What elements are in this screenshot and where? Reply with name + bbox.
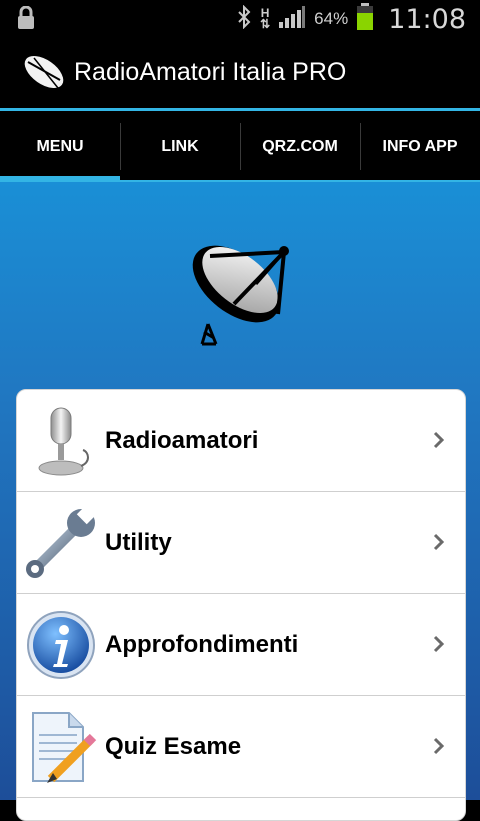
battery-icon — [356, 2, 374, 36]
chevron-right-icon — [433, 431, 445, 454]
main-menu-list: Radioamatori Utility Approfondimenti Qui… — [16, 389, 466, 821]
menu-item-utility[interactable]: Utility — [17, 492, 465, 594]
microphone-icon — [17, 390, 105, 491]
clock: 11:08 — [388, 3, 466, 35]
satellite-dish-icon — [180, 234, 300, 351]
status-bar: H ⇅ 64% 11:08 — [0, 0, 480, 38]
chevron-right-icon — [433, 737, 445, 760]
menu-item-approfondimenti[interactable]: Approfondimenti — [17, 594, 465, 696]
satellite-dish-logo-icon[interactable] — [20, 50, 68, 99]
tab-menu[interactable]: MENU — [0, 111, 120, 182]
main-content: Radioamatori Utility Approfondimenti Qui… — [0, 182, 480, 821]
tab-bar: MENU LINK QRZ.COM INFO APP — [0, 111, 480, 182]
tab-qrz[interactable]: QRZ.COM — [240, 111, 360, 182]
chevron-right-icon — [433, 533, 445, 556]
menu-item-label: Radioamatori — [105, 426, 259, 454]
chevron-right-icon — [433, 635, 445, 658]
action-bar: RadioAmatori Italia PRO — [0, 38, 480, 111]
app-title: RadioAmatori Italia PRO — [74, 58, 347, 86]
tab-info-app[interactable]: INFO APP — [360, 111, 480, 182]
bluetooth-icon — [236, 4, 252, 34]
info-icon — [17, 594, 105, 695]
signal-icon — [278, 5, 306, 34]
network-type-label: H — [260, 6, 270, 20]
menu-item-radioamatori[interactable]: Radioamatori — [17, 390, 465, 492]
lock-icon — [16, 5, 36, 35]
tab-label: QRZ.COM — [262, 137, 338, 155]
wrench-icon — [17, 492, 105, 593]
battery-percent: 64% — [314, 9, 349, 28]
menu-item-label: Utility — [105, 528, 172, 556]
tab-label: LINK — [161, 137, 199, 155]
menu-item-quiz-esame[interactable]: Quiz Esame — [17, 696, 465, 798]
tab-link[interactable]: LINK — [120, 111, 240, 182]
tab-label: MENU — [36, 137, 84, 155]
menu-item-label: Quiz Esame — [105, 732, 242, 760]
tab-label: INFO APP — [382, 137, 458, 155]
document-pencil-icon — [17, 696, 105, 797]
menu-item-label: Approfondimenti — [105, 630, 299, 658]
network-h-icon: H ⇅ — [260, 6, 271, 31]
